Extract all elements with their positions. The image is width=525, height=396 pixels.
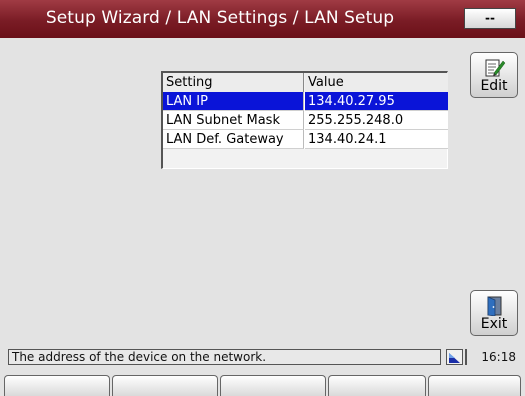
page-title: Setup Wizard / LAN Settings / LAN Setup (45, 8, 395, 28)
value-cell: 255.255.248.0 (305, 111, 448, 130)
status-message: The address of the device on the network… (8, 349, 441, 365)
edit-button-label: Edit (480, 78, 508, 94)
clock: 16:18 (465, 349, 520, 365)
title-bar: Setup Wizard / LAN Settings / LAN Setup … (0, 0, 525, 38)
table-row[interactable]: LAN Def. Gateway 134.40.24.1 (163, 130, 448, 149)
exit-button-label: Exit (480, 316, 508, 332)
edit-button[interactable]: Edit (470, 52, 518, 98)
setting-cell: LAN IP (163, 92, 304, 111)
edit-icon (485, 59, 506, 77)
setting-cell: LAN Subnet Mask (163, 111, 304, 130)
softkey-1[interactable] (4, 375, 110, 396)
value-cell: 134.40.24.1 (305, 130, 448, 149)
value-cell: 134.40.27.95 (305, 92, 448, 111)
softkey-4[interactable] (328, 375, 426, 396)
softkey-3[interactable] (220, 375, 326, 396)
table-header-row: Setting Value (163, 73, 448, 92)
exit-button[interactable]: Exit (470, 290, 518, 336)
table-row[interactable]: LAN IP 134.40.27.95 (163, 92, 448, 111)
exit-door-icon (487, 296, 502, 316)
softkey-bar (0, 375, 525, 396)
lan-settings-table: Setting Value LAN IP 134.40.27.95 LAN Su… (161, 71, 448, 169)
title-badge[interactable]: -- (464, 8, 516, 29)
softkey-2[interactable] (112, 375, 218, 396)
softkey-5[interactable] (428, 375, 521, 396)
setting-cell: LAN Def. Gateway (163, 130, 304, 149)
network-status-icon (446, 349, 463, 365)
column-header-setting[interactable]: Setting (163, 73, 304, 92)
column-header-value[interactable]: Value (305, 73, 448, 92)
table-row[interactable]: LAN Subnet Mask 255.255.248.0 (163, 111, 448, 130)
